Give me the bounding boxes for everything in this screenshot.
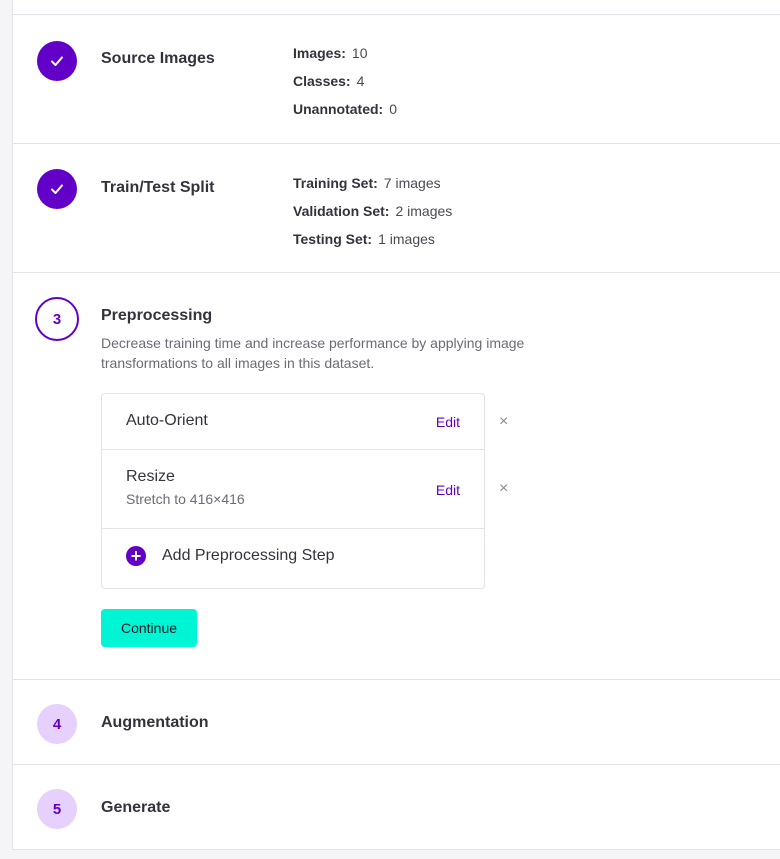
step-title: Train/Test Split (101, 179, 215, 196)
check-icon (51, 56, 63, 66)
preprocessing-item-auto-orient: Auto-Orient Edit (102, 394, 484, 450)
step-preprocessing: 3 Preprocessing Decrease training time a… (13, 272, 780, 680)
step-augmentation[interactable]: 4 Augmentation (13, 679, 780, 765)
stat-images: Images: 10 (293, 45, 368, 61)
step-title: Preprocessing (101, 307, 213, 324)
step-train-test-split[interactable]: Train/Test Split Training Set: 7 images V… (13, 143, 780, 273)
stat-classes: Classes: 4 (293, 73, 365, 89)
split-stats: Training Set: 7 images Validation Set: 2 i… (293, 169, 452, 253)
step-source-images[interactable]: Source Images Images: 10 Classes: 4 Unanno… (13, 14, 780, 144)
stat-training-set: Training Set: 7 images (293, 175, 441, 191)
add-step-label: Add Preprocessing Step (162, 547, 335, 564)
close-icon[interactable]: × (499, 413, 508, 431)
step-complete-indicator (37, 41, 77, 81)
step-number-indicator: 5 (37, 789, 77, 829)
plus-icon: + (126, 546, 146, 566)
step-generate[interactable]: 5 Generate (13, 764, 780, 850)
step-description: Decrease training time and increase perf… (101, 335, 525, 371)
continue-button[interactable]: Continue (101, 609, 197, 647)
step-number-indicator: 3 (35, 297, 79, 341)
close-icon[interactable]: × (499, 480, 508, 498)
version-generator-panel: Source Images Images: 10 Classes: 4 Unanno… (12, 0, 780, 850)
preprocessing-item-name: Auto-Orient (126, 412, 208, 429)
check-icon (51, 184, 63, 194)
preprocessing-steps-list: Auto-Orient Edit Resize Stretch to 416×4… (101, 393, 485, 589)
edit-resize-link[interactable]: Edit (436, 482, 460, 498)
stat-unannotated: Unannotated: 0 (293, 101, 398, 117)
add-preprocessing-step-button[interactable]: + Add Preprocessing Step (126, 546, 335, 566)
source-stats: Images: 10 Classes: 4 Unannotated: 0 (293, 39, 397, 123)
edit-auto-orient-link[interactable]: Edit (436, 414, 460, 430)
step-number-indicator: 4 (37, 704, 77, 744)
preprocessing-item-resize: Resize Stretch to 416×416 Edit (102, 450, 484, 529)
stat-testing-set: Testing Set: 1 images (293, 231, 435, 247)
stat-validation-set: Validation Set: 2 images (293, 203, 453, 219)
step-title: Augmentation (101, 714, 209, 731)
preprocessing-item-name: Resize (126, 468, 175, 485)
preprocessing-item-detail: Stretch to 416×416 (126, 491, 245, 507)
step-title: Generate (101, 799, 171, 816)
step-complete-indicator (37, 169, 77, 209)
step-title: Source Images (101, 50, 215, 67)
